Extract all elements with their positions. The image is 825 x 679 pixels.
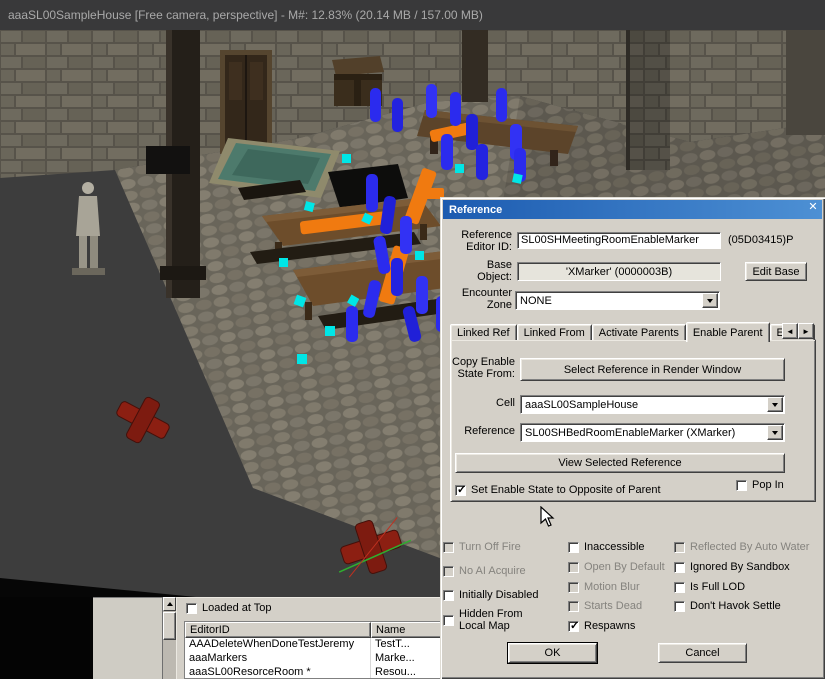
cell-dropdown[interactable]: aaaSL00SampleHouse: [520, 395, 785, 414]
base-object-value: 'XMarker' (0000003B): [517, 262, 721, 281]
stone-pillar-2[interactable]: [786, 30, 825, 135]
checkbox-open-by-default[interactable]: Open By Default: [568, 561, 665, 574]
checkbox-box: [674, 542, 685, 554]
scrollbar-up-icon[interactable]: [163, 597, 176, 611]
cell-editorid: AAADeleteWhenDoneTestJeremy: [185, 638, 371, 652]
checkbox-box: [568, 582, 579, 594]
mouse-cursor: [540, 506, 555, 527]
encounter-zone-dropdown[interactable]: NONE: [515, 291, 720, 310]
column-header-editorid[interactable]: EditorID: [185, 622, 371, 638]
view-selected-reference-button[interactable]: View Selected Reference: [455, 453, 785, 473]
loaded-at-top-row: Loaded at Top: [186, 602, 272, 614]
checkbox-hidden-from-local-map[interactable]: Hidden From Local Map: [443, 608, 523, 632]
checkbox-box: [736, 480, 747, 492]
cancel-button[interactable]: Cancel: [658, 643, 747, 663]
tab-linked-from[interactable]: Linked From: [516, 324, 592, 340]
dropdown-arrow-icon[interactable]: [767, 425, 783, 440]
checkbox-pop-in[interactable]: Pop In: [736, 479, 784, 492]
cell-list-scrollbar[interactable]: [162, 597, 176, 679]
checkbox-ignored-by-sandbox[interactable]: Ignored By Sandbox: [674, 561, 790, 574]
checkbox-box: [568, 562, 579, 574]
loaded-at-top-checkbox[interactable]: [186, 602, 197, 614]
ok-button[interactable]: OK: [507, 642, 598, 664]
checkbox-dont-havok-settle[interactable]: Don't Havok Settle: [674, 600, 781, 613]
bottom-left-black-area: [0, 597, 93, 679]
checkbox-box: [568, 619, 579, 633]
dialog-title: Reference: [449, 203, 503, 216]
tab-strip: Linked Ref Linked From Activate Parents …: [450, 322, 815, 342]
cell-editorid: aaaMarkers: [185, 652, 371, 666]
dropdown-arrow-icon[interactable]: [767, 397, 783, 412]
dialog-titlebar[interactable]: Reference: [443, 200, 822, 219]
reference-dropdown[interactable]: SL00SHBedRoomEnableMarker (XMarker): [520, 423, 785, 442]
checkbox-box: [443, 566, 454, 578]
tab-scroll-buttons: ◄ ►: [782, 323, 814, 339]
checkbox-box: [443, 615, 454, 626]
wood-pillar-2[interactable]: [462, 30, 488, 102]
checkbox-box: [674, 601, 685, 613]
base-object-label: Base Object:: [477, 259, 512, 283]
checkbox-starts-dead[interactable]: Starts Dead: [568, 600, 642, 613]
checkbox-box: [455, 483, 466, 497]
tab-enable-parent[interactable]: Enable Parent: [685, 322, 770, 342]
reference-editor-id-label: Reference Editor ID:: [461, 229, 512, 253]
cell-label: Cell: [496, 397, 515, 409]
tab-scroll-right-icon[interactable]: ►: [798, 323, 814, 339]
cell-value: aaaSL00SampleHouse: [525, 398, 639, 411]
creation-kit-screen: aaaSL00SampleHouse [Free camera, perspec…: [0, 0, 825, 679]
checkbox-box: [568, 542, 579, 554]
reference-editor-id-input[interactable]: SL00SHMeetingRoomEnableMarker: [517, 232, 721, 249]
select-reference-button[interactable]: Select Reference in Render Window: [520, 358, 785, 381]
render-window-titlebar[interactable]: aaaSL00SampleHouse [Free camera, perspec…: [0, 0, 825, 30]
checkbox-turn-off-fire[interactable]: Turn Off Fire: [443, 541, 521, 554]
close-icon[interactable]: ✕: [805, 199, 821, 214]
checkbox-box: [674, 562, 685, 574]
tab-scroll-left-icon[interactable]: ◄: [782, 323, 798, 339]
edit-base-button[interactable]: Edit Base: [745, 262, 807, 281]
dark-bench[interactable]: [146, 146, 190, 174]
loaded-at-top-label: Loaded at Top: [202, 602, 272, 614]
copy-enable-state-label: Copy Enable State From:: [452, 356, 515, 380]
tab-activate-parents[interactable]: Activate Parents: [591, 324, 686, 340]
scrollbar-thumb[interactable]: [163, 612, 176, 640]
checkbox-box: [674, 582, 685, 594]
checkbox-respawns[interactable]: Respawns: [568, 619, 635, 633]
checkbox-inaccessible[interactable]: Inaccessible: [568, 541, 645, 554]
reference-dialog: Reference ✕ Reference Editor ID: SL00SHM…: [440, 197, 825, 679]
reference-label: Reference: [464, 425, 515, 437]
cell-editorid: aaaSL00ResorceRoom *: [185, 666, 371, 678]
encounter-zone-label: Encounter Zone: [461, 287, 512, 311]
checkbox-box: [568, 601, 579, 613]
bottom-gray-strip: [93, 597, 162, 679]
checkbox-motion-blur[interactable]: Motion Blur: [568, 581, 640, 594]
door[interactable]: [220, 50, 272, 154]
form-id-label: (05D03415)P: [728, 234, 794, 246]
checkbox-set-enable-opposite[interactable]: Set Enable State to Opposite of Parent: [455, 483, 661, 497]
checkbox-is-full-lod[interactable]: Is Full LOD: [674, 581, 745, 594]
reference-value: SL00SHBedRoomEnableMarker (XMarker): [525, 426, 736, 439]
tab-linked-ref[interactable]: Linked Ref: [450, 324, 517, 340]
render-window-title: aaaSL00SampleHouse [Free camera, perspec…: [8, 8, 483, 22]
checkbox-box: [443, 590, 454, 602]
stone-pillar[interactable]: [626, 30, 670, 170]
encounter-zone-value: NONE: [520, 294, 552, 307]
checkbox-box: [443, 542, 454, 554]
dropdown-arrow-icon[interactable]: [702, 293, 718, 308]
checkbox-no-ai-acquire[interactable]: No AI Acquire: [443, 565, 526, 578]
checkbox-reflected-by-auto-water[interactable]: Reflected By Auto Water: [674, 541, 809, 554]
checkbox-initially-disabled[interactable]: Initially Disabled: [443, 589, 538, 602]
